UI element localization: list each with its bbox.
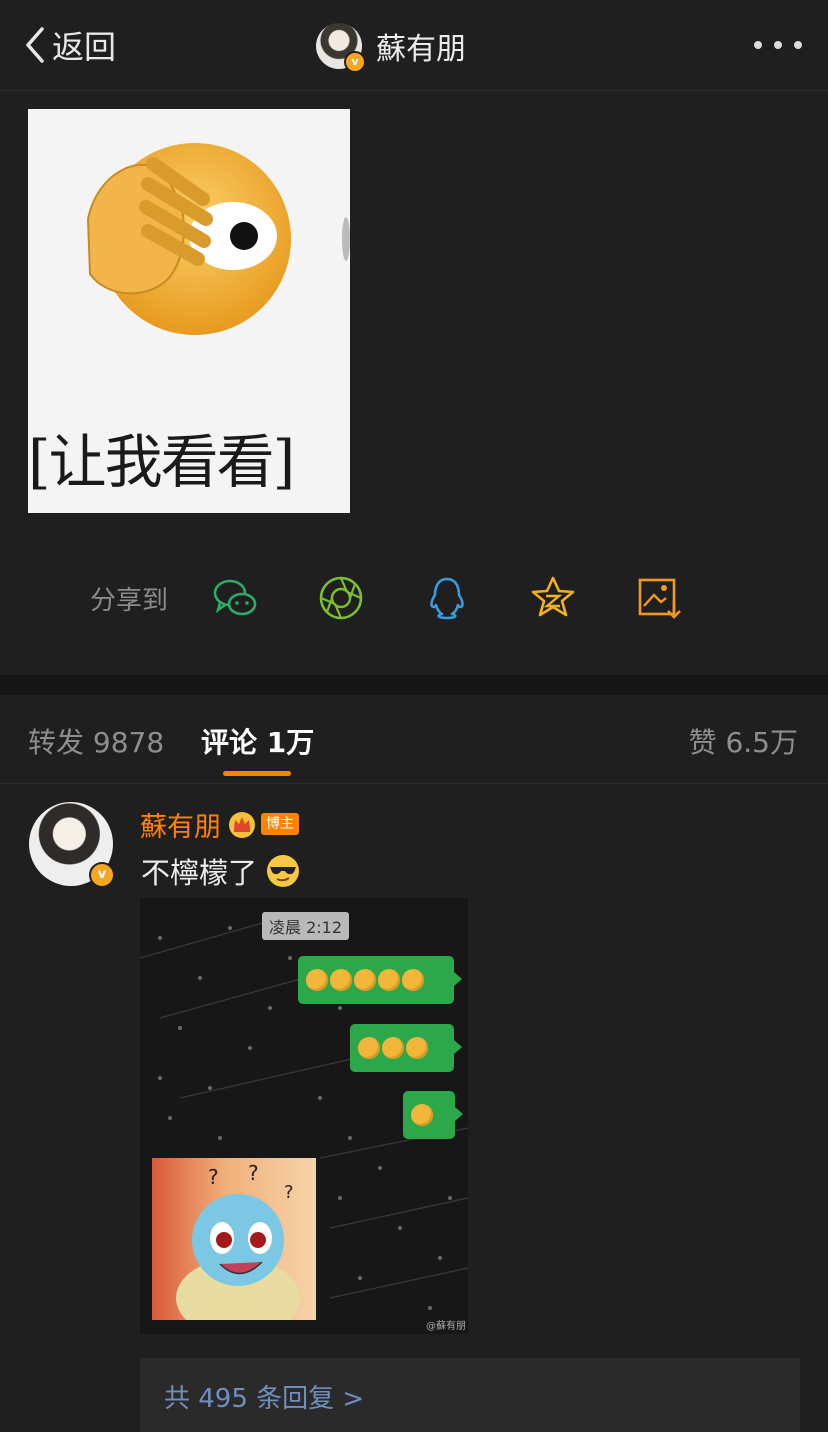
crown-icon bbox=[229, 812, 255, 838]
svg-text:?: ? bbox=[208, 1165, 219, 1189]
share-label: 分享到 bbox=[90, 585, 169, 616]
back-label: 返回 bbox=[52, 28, 117, 66]
dot-icon bbox=[754, 41, 762, 49]
comment-text: 不檸檬了 bbox=[141, 856, 258, 890]
share-moments-button[interactable] bbox=[316, 572, 366, 624]
share-qq-button[interactable] bbox=[422, 572, 472, 624]
chevron-left-icon bbox=[26, 27, 44, 63]
tab-like[interactable]: 赞 6.5万 bbox=[689, 721, 798, 761]
share-qzone-button[interactable] bbox=[528, 572, 578, 624]
back-button[interactable]: 返回 bbox=[22, 22, 116, 68]
emoji-icon bbox=[382, 1037, 404, 1059]
svg-text:?: ? bbox=[284, 1182, 294, 1203]
comment-text-row: 不檸檬了 bbox=[141, 850, 301, 892]
verified-icon: v bbox=[344, 51, 366, 73]
verified-icon: v bbox=[89, 862, 115, 888]
profile-header[interactable]: v 蘇有朋 bbox=[316, 22, 466, 73]
peek-emoji-illustration bbox=[86, 143, 350, 335]
emoji-icon bbox=[358, 1037, 380, 1059]
share-wechat-button[interactable] bbox=[210, 572, 260, 624]
more-options-button[interactable] bbox=[754, 30, 802, 60]
image-watermark: @蘇有朋 bbox=[426, 1321, 466, 1332]
interaction-tabs: 转发 9878 评论 1万 赞 6.5万 bbox=[0, 695, 828, 784]
dot-icon bbox=[774, 41, 782, 49]
emoji-icon bbox=[411, 1104, 433, 1126]
dot-icon bbox=[794, 41, 802, 49]
comment-author[interactable]: 蘇有朋 bbox=[140, 805, 221, 844]
tab-comment[interactable]: 评论 1万 bbox=[201, 721, 314, 761]
qq-icon bbox=[430, 577, 464, 620]
image-caption: [让我看看] bbox=[28, 428, 295, 496]
emoji-icon bbox=[378, 969, 400, 991]
avatar[interactable]: v bbox=[316, 23, 366, 73]
comment-avatar[interactable]: v bbox=[29, 802, 115, 888]
view-replies-link[interactable]: 共 495 条回复 > bbox=[164, 1378, 364, 1415]
wechat-icon bbox=[213, 579, 257, 616]
share-bar: 分享到 bbox=[90, 570, 740, 626]
comment-image[interactable]: 凌晨 2:12 ? ? ? @蘇有朋 bbox=[140, 898, 468, 1334]
tab-repost[interactable]: 转发 9878 bbox=[28, 721, 164, 761]
squirtle-illustration: ? ? ? bbox=[176, 1161, 300, 1320]
post-image[interactable]: [让我看看] bbox=[28, 109, 350, 513]
section-divider bbox=[0, 675, 828, 695]
svg-text:?: ? bbox=[248, 1161, 259, 1185]
comment-author-row: 蘇有朋 博主 bbox=[140, 805, 299, 844]
emoji-icon bbox=[330, 969, 352, 991]
qzone-icon bbox=[531, 576, 575, 617]
chat-bubble bbox=[403, 1091, 463, 1139]
moments-icon bbox=[319, 576, 363, 620]
chat-bubble bbox=[298, 956, 462, 1004]
chat-bubble bbox=[350, 1024, 462, 1072]
save-image-button[interactable] bbox=[634, 572, 684, 624]
emoji-icon bbox=[354, 969, 376, 991]
squirtle-sticker: ? ? ? bbox=[152, 1158, 316, 1320]
replies-box: 共 495 条回复 > bbox=[140, 1358, 800, 1432]
page-title: 蘇有朋 bbox=[376, 32, 466, 67]
emoji-icon bbox=[406, 1037, 428, 1059]
sunglasses-emoji-icon bbox=[267, 855, 300, 887]
blogger-badge: 博主 bbox=[261, 813, 299, 835]
emoji-icon bbox=[306, 969, 328, 991]
emoji-icon bbox=[402, 969, 424, 991]
active-tab-indicator bbox=[223, 771, 291, 776]
save-image-icon bbox=[638, 578, 681, 619]
chat-time-tag: 凌晨 2:12 bbox=[262, 912, 350, 940]
top-nav: 返回 v 蘇有朋 bbox=[0, 0, 828, 91]
